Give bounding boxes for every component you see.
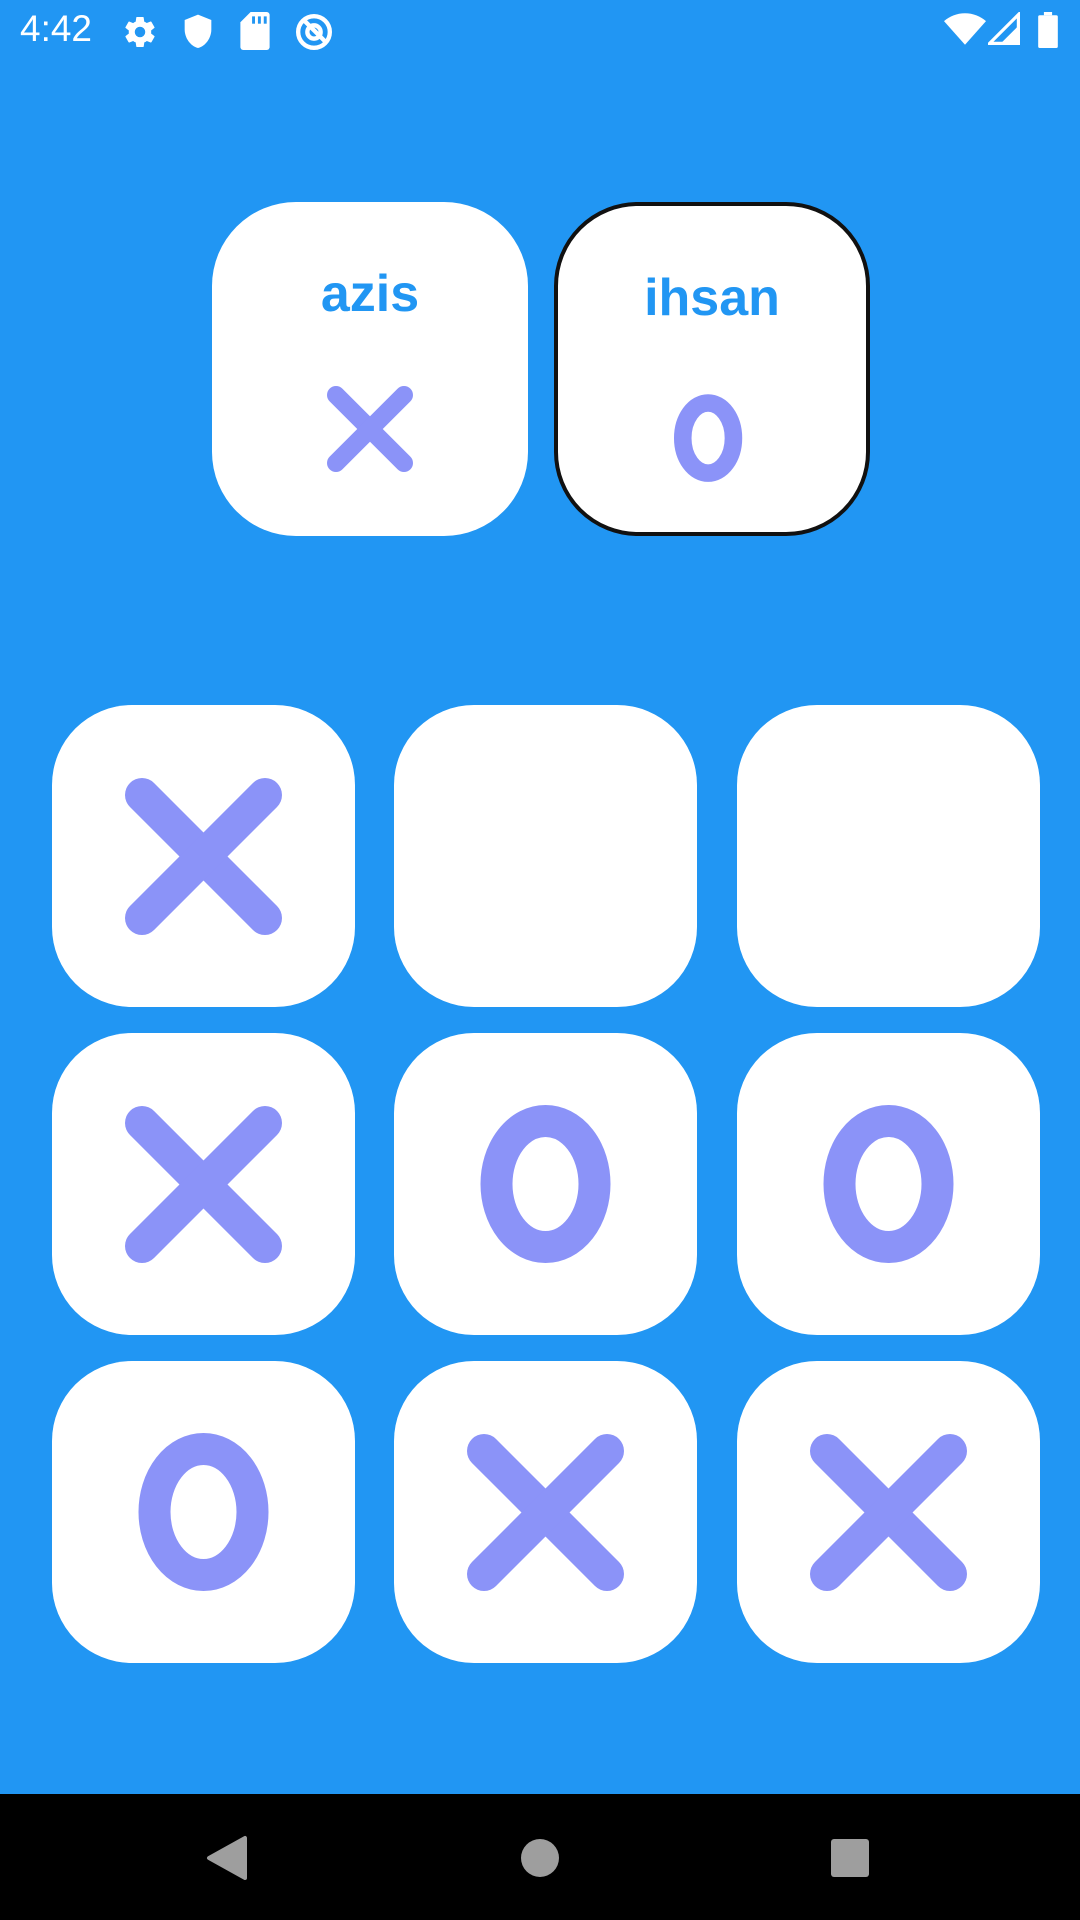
x-mark-icon	[327, 386, 413, 472]
x-mark-icon	[125, 1106, 282, 1263]
back-icon[interactable]	[196, 1828, 256, 1888]
board-cell-2[interactable]	[394, 705, 697, 1007]
sd-card-icon	[240, 12, 270, 54]
board-cell-7[interactable]	[52, 1361, 355, 1663]
shield-icon	[182, 12, 214, 56]
board-cell-4[interactable]	[52, 1033, 355, 1335]
home-icon[interactable]	[510, 1828, 570, 1888]
navigation-bar	[0, 1794, 1080, 1920]
status-bar: 4:42	[0, 0, 1080, 64]
recents-icon[interactable]	[820, 1828, 880, 1888]
board-cell-8[interactable]	[394, 1361, 697, 1663]
board-cell-5[interactable]	[394, 1033, 697, 1335]
game-board	[52, 705, 1042, 1663]
o-mark-icon	[480, 1105, 611, 1263]
x-mark-icon	[467, 1434, 624, 1591]
o-mark-icon	[138, 1433, 269, 1591]
o-mark-icon	[673, 394, 743, 482]
board-cell-9[interactable]	[737, 1361, 1040, 1663]
x-mark-icon	[125, 778, 282, 935]
cell-signal-icon	[985, 10, 1020, 50]
status-clock: 4:42	[20, 8, 93, 49]
board-cell-3[interactable]	[737, 705, 1040, 1007]
player-name-azis: azis	[320, 265, 420, 323]
battery-icon	[1038, 12, 1058, 52]
o-mark-icon	[823, 1105, 954, 1263]
gear-icon	[122, 12, 158, 56]
at-sign-icon	[294, 12, 334, 56]
x-mark-icon	[810, 1434, 967, 1591]
player-name-ihsan: ihsan	[644, 269, 780, 327]
player-card-ihsan: ihsan	[554, 202, 870, 536]
player-card-azis: azis	[212, 202, 528, 536]
wifi-icon	[944, 12, 986, 50]
board-cell-6[interactable]	[737, 1033, 1040, 1335]
board-cell-1[interactable]	[52, 705, 355, 1007]
